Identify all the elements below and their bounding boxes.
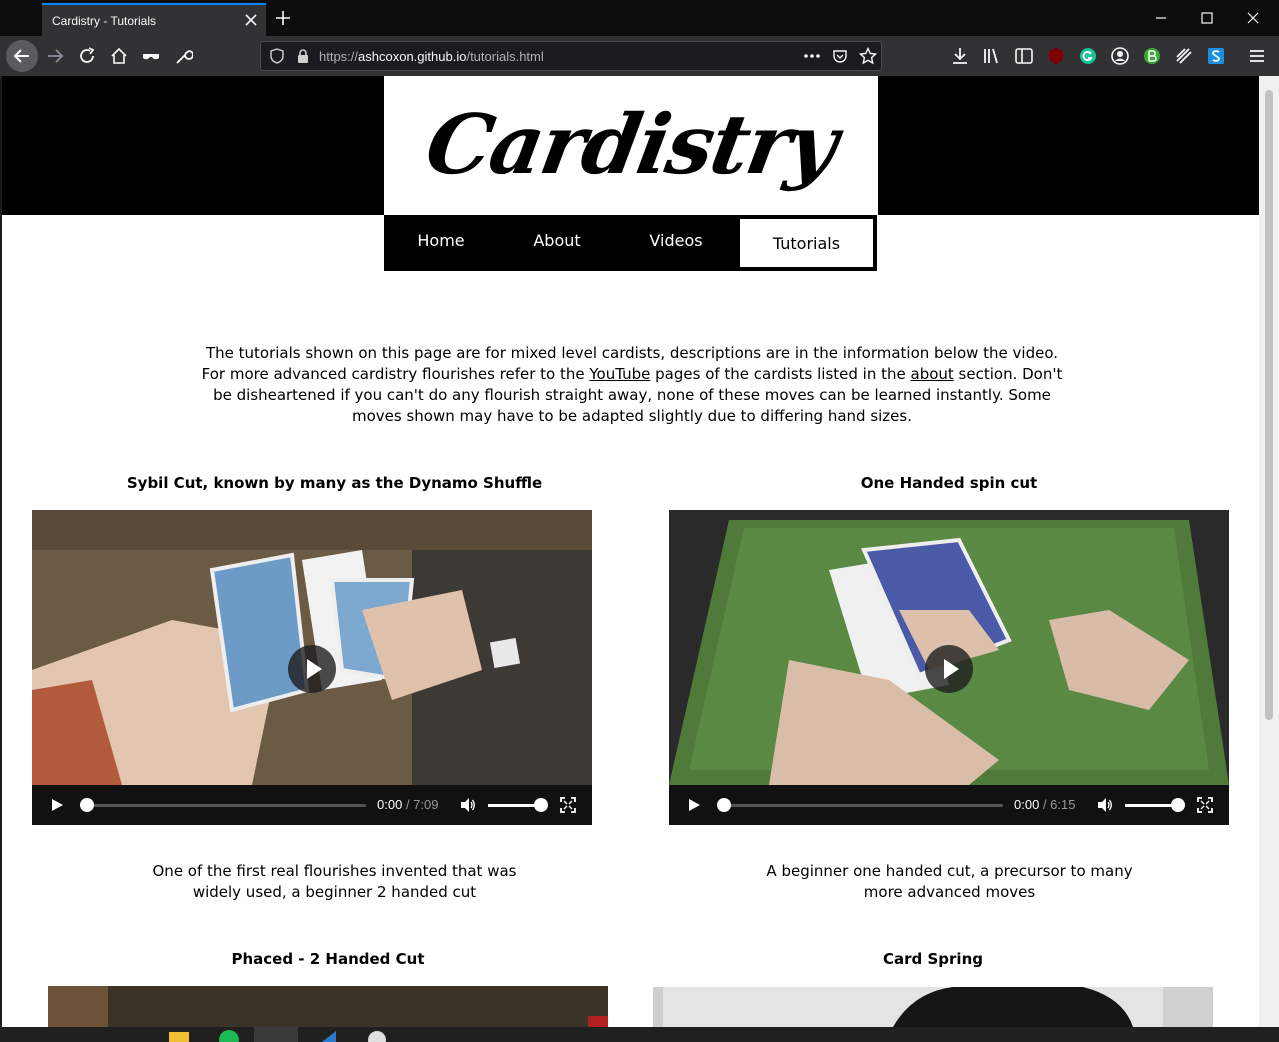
home-icon[interactable] bbox=[109, 46, 129, 66]
tab-title: Cardistry - Tutorials bbox=[52, 14, 157, 28]
progress-handle[interactable] bbox=[717, 798, 731, 812]
more-actions-icon[interactable] bbox=[803, 48, 821, 64]
app-icon[interactable] bbox=[366, 1029, 388, 1042]
play-icon[interactable] bbox=[687, 798, 701, 812]
logo-text: Cardistry bbox=[419, 97, 844, 193]
active-tab[interactable]: Cardistry - Tutorials bbox=[42, 3, 266, 36]
volume-icon[interactable] bbox=[1097, 797, 1113, 813]
back-button[interactable] bbox=[6, 40, 38, 72]
ublock-icon[interactable] bbox=[1046, 46, 1066, 66]
close-tab-icon[interactable] bbox=[244, 13, 258, 27]
time-display: 0:00 / 6:15 bbox=[1014, 797, 1075, 812]
main-nav: Home About Videos Tutorials bbox=[384, 215, 877, 271]
new-tab-icon[interactable] bbox=[274, 9, 292, 27]
folder-icon[interactable] bbox=[168, 1029, 190, 1042]
time-display: 0:00 / 7:09 bbox=[377, 797, 438, 812]
scrollbar-thumb[interactable] bbox=[1265, 90, 1273, 720]
tutorial-description: One of the first real flourishes invente… bbox=[152, 862, 517, 901]
volume-handle[interactable] bbox=[1171, 798, 1185, 812]
progress-handle[interactable] bbox=[80, 798, 94, 812]
video-player[interactable]: 0:00 / 6:15 bbox=[669, 510, 1229, 825]
site-logo: Cardistry bbox=[384, 76, 878, 215]
youtube-link[interactable]: YouTube bbox=[589, 365, 650, 383]
vscode-icon[interactable] bbox=[318, 1029, 340, 1042]
tab-bar: Cardistry - Tutorials bbox=[0, 0, 1279, 36]
progress-bar[interactable] bbox=[719, 804, 1003, 807]
os-taskbar bbox=[0, 1027, 1279, 1042]
extension-b-icon[interactable] bbox=[1142, 46, 1162, 66]
play-icon[interactable] bbox=[50, 798, 64, 812]
video-player[interactable]: 0:00 / 7:09 bbox=[32, 510, 592, 825]
tutorial-title: One Handed spin cut bbox=[860, 474, 1038, 492]
minimize-icon[interactable] bbox=[1153, 10, 1169, 26]
current-time: 0:00 bbox=[1014, 797, 1040, 812]
video-player[interactable] bbox=[653, 987, 1213, 1027]
grammarly-icon[interactable] bbox=[1078, 46, 1098, 66]
volume-handle[interactable] bbox=[534, 798, 548, 812]
private-mask-icon[interactable] bbox=[141, 46, 161, 66]
progress-bar[interactable] bbox=[82, 804, 366, 807]
page-scrollbar[interactable] bbox=[1259, 76, 1279, 1027]
navigation-toolbar: https://ashcoxon.github.io/tutorials.htm… bbox=[0, 36, 1279, 76]
tutorial-title: Card Spring bbox=[883, 950, 983, 968]
current-time: 0:00 bbox=[377, 797, 403, 812]
play-overlay-icon[interactable] bbox=[288, 645, 336, 693]
address-bar[interactable]: https://ashcoxon.github.io/tutorials.htm… bbox=[260, 41, 882, 71]
video-thumbnail bbox=[653, 987, 1213, 1027]
intro-paragraph: The tutorials shown on this page are for… bbox=[192, 343, 1072, 427]
extension-s-icon[interactable] bbox=[1206, 46, 1226, 66]
tutorial-title: Phaced - 2 Handed Cut bbox=[231, 950, 425, 968]
nav-about[interactable]: About bbox=[520, 215, 594, 271]
url-host: ashcoxon.github.io bbox=[358, 49, 467, 64]
play-overlay-icon[interactable] bbox=[925, 645, 973, 693]
url-text: https://ashcoxon.github.io/tutorials.htm… bbox=[319, 49, 544, 64]
page-viewport: Cardistry Home About Videos Tutorials Th… bbox=[2, 76, 1259, 1027]
nav-videos[interactable]: Videos bbox=[639, 215, 713, 271]
duration: / 6:15 bbox=[1042, 797, 1076, 812]
download-icon[interactable] bbox=[950, 46, 970, 66]
back-arrow-icon bbox=[13, 49, 29, 63]
about-link[interactable]: about bbox=[911, 365, 954, 383]
duration: / 7:09 bbox=[405, 797, 439, 812]
url-path: /tutorials.html bbox=[466, 49, 544, 64]
pocket-icon[interactable] bbox=[832, 48, 848, 64]
url-scheme: https:// bbox=[319, 49, 359, 64]
volume-icon[interactable] bbox=[460, 797, 476, 813]
active-taskbar-item[interactable] bbox=[254, 1027, 298, 1042]
video-controls: 0:00 / 7:09 bbox=[32, 785, 592, 825]
intro-text-2: pages of the cardists listed in the bbox=[650, 365, 911, 383]
extension-stripes-icon[interactable] bbox=[1174, 46, 1194, 66]
video-controls: 0:00 / 6:15 bbox=[669, 785, 1229, 825]
tutorial-description: A beginner one handed cut, a precursor t… bbox=[766, 862, 1133, 901]
wrench-icon[interactable] bbox=[173, 46, 193, 66]
video-thumbnail bbox=[48, 986, 608, 1027]
video-player[interactable] bbox=[48, 986, 608, 1027]
fullscreen-icon[interactable] bbox=[560, 797, 576, 813]
hamburger-menu-icon[interactable] bbox=[1247, 46, 1267, 66]
bookmark-star-icon[interactable] bbox=[859, 47, 877, 65]
shield-icon[interactable] bbox=[269, 48, 285, 64]
reload-icon[interactable] bbox=[77, 46, 97, 66]
nav-home[interactable]: Home bbox=[404, 215, 478, 271]
spotify-icon[interactable] bbox=[218, 1029, 240, 1042]
fullscreen-icon[interactable] bbox=[1197, 797, 1213, 813]
tutorial-title: Sybil Cut, known by many as the Dynamo S… bbox=[126, 474, 543, 492]
library-icon[interactable] bbox=[982, 46, 1002, 66]
close-window-icon[interactable] bbox=[1245, 10, 1261, 26]
nav-tutorials[interactable]: Tutorials bbox=[738, 217, 875, 269]
maximize-icon[interactable] bbox=[1199, 10, 1215, 26]
account-icon[interactable] bbox=[1110, 46, 1130, 66]
sidebar-icon[interactable] bbox=[1014, 46, 1034, 66]
lock-icon[interactable] bbox=[295, 48, 311, 64]
forward-icon[interactable] bbox=[45, 46, 65, 66]
